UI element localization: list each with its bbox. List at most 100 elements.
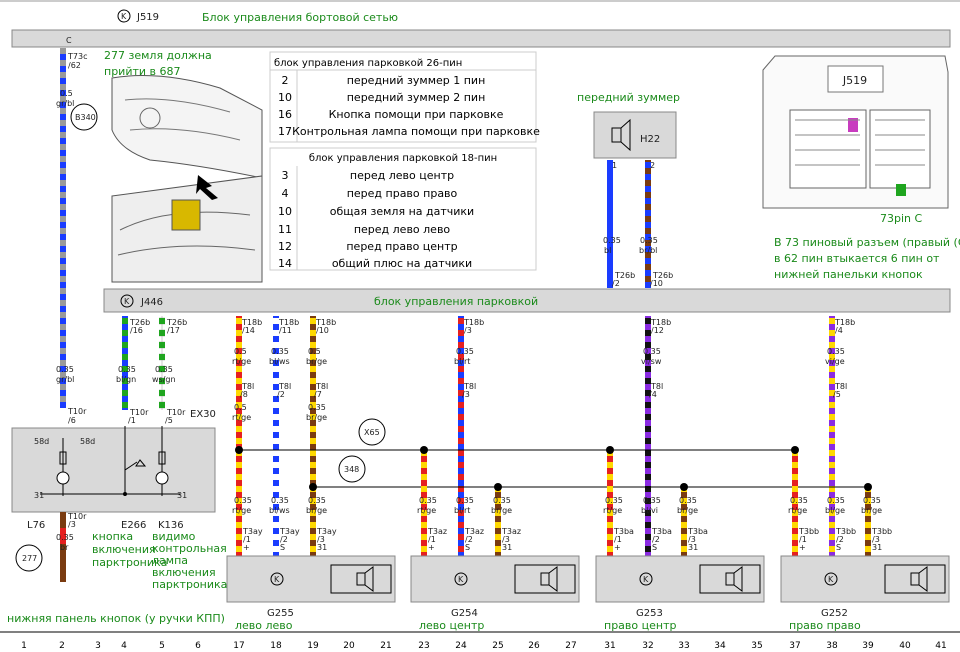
pin-label: /3	[464, 326, 472, 335]
wire-size: 0.5	[308, 347, 321, 356]
wire-color: rt/ge	[232, 506, 251, 515]
wire-color: ws/gn	[152, 375, 176, 384]
table-cell-pin: 11	[278, 223, 292, 236]
signal-label: +	[799, 543, 806, 552]
conn-t73c: T73c	[67, 52, 87, 61]
wire-color: br/ge	[491, 506, 512, 515]
sensor-k: K	[274, 575, 280, 584]
pin-31: 31	[177, 491, 187, 500]
ruler-number: 3	[95, 641, 101, 651]
sensor-code: G255	[267, 608, 294, 619]
wire-color: br	[60, 543, 69, 552]
pin-label: /14	[242, 326, 255, 335]
wire-color: br/ge	[861, 506, 882, 515]
wire-size: 0.35	[419, 496, 437, 505]
connector-note: в 62 пин втыкается 6 пин от	[774, 252, 940, 265]
wire-color: br/ge	[677, 506, 698, 515]
wire-color: gr/bl	[56, 99, 74, 108]
table-cell-pin: 12	[278, 240, 292, 253]
ground-note: 277 земля должна	[104, 49, 212, 62]
pin-label: /10	[316, 326, 329, 335]
wire-size: 0.35	[456, 496, 474, 505]
sensor-code: G254	[451, 608, 478, 619]
buzzer-code: H22	[640, 134, 660, 145]
wire-color: bl/rt	[454, 506, 470, 515]
wire-size: 0.35	[271, 347, 289, 356]
connector-note: В 73 пиновый разъем (правый (С)	[774, 236, 960, 249]
signal-label: S	[836, 543, 841, 552]
table-cell-pin: 2	[282, 74, 289, 87]
wire-size: 0.5	[60, 89, 73, 98]
table-18pin: блок управления парковкой 18-пин 3 перед…	[269, 147, 537, 271]
table-cell-desc: общий плюс на датчики	[332, 257, 472, 270]
button-label-1: кнопка	[92, 530, 133, 543]
ruler-number: 31	[604, 641, 615, 651]
signal-label: 31	[872, 543, 882, 552]
pin73-label: 73pin C	[880, 212, 923, 225]
wire-size: 0.35	[679, 496, 697, 505]
ruler-number: 23	[418, 641, 429, 651]
ruler-number: 41	[935, 641, 946, 651]
arrow-up-icon	[896, 184, 906, 196]
buzzer-h22	[593, 111, 677, 159]
sensor-box	[780, 555, 950, 603]
ruler-number: 32	[642, 641, 653, 651]
wire-size: 0.5	[234, 403, 247, 412]
wire-color: bl/ws	[269, 357, 290, 366]
pin-3: /3	[68, 520, 76, 529]
wire-color: gr/bl	[56, 375, 74, 384]
pin-58d: 58d	[34, 437, 49, 446]
wire-size: 0.35	[493, 496, 511, 505]
signal-label: +	[614, 543, 621, 552]
wire-size: 0.35	[603, 236, 621, 245]
ruler-number: 27	[565, 641, 576, 651]
wire-color: rt/ge	[788, 506, 807, 515]
pin-62: /62	[68, 61, 81, 70]
table-cell-pin: 10	[278, 91, 292, 104]
wire-size: 0.35	[308, 403, 326, 412]
j519-pin-c: C	[66, 36, 72, 45]
ruler-number: 33	[678, 641, 689, 651]
splice-348-label: 348	[344, 465, 359, 474]
table-cell-desc: передний зуммер 1 пин	[347, 74, 486, 87]
ruler-number: 37	[789, 641, 800, 651]
table-18-title: блок управления парковкой 18-пин	[309, 153, 497, 164]
ruler-number: 39	[862, 641, 874, 651]
table-cell-desc: перед право центр	[346, 240, 457, 253]
ex30-label: EX30	[190, 409, 216, 420]
wire-size: 0.35	[863, 496, 881, 505]
ruler-number: 35	[751, 641, 762, 651]
panel-note: нижняя панель кнопок (у ручки КПП)	[7, 612, 225, 625]
wire-ws-gn	[159, 316, 165, 410]
table-cell-pin: 16	[278, 108, 292, 121]
wire-color: rt/ge	[603, 506, 622, 515]
wire-size: 0.35	[790, 496, 808, 505]
pin-label: /8	[240, 390, 248, 399]
wire-color: rt/ge	[232, 413, 251, 422]
j446-title: блок управления парковкой	[374, 295, 538, 308]
wire-color: bl/ws	[269, 506, 290, 515]
table-cell-desc: передний зуммер 2 пин	[347, 91, 486, 104]
ruler-number: 21	[380, 641, 391, 651]
j519-box-label: J519	[842, 74, 867, 87]
signal-label: +	[428, 543, 435, 552]
pin-5: /5	[165, 416, 173, 425]
table-cell-pin: 17	[278, 125, 292, 138]
junction-dot	[309, 483, 317, 491]
signal-label: 31	[688, 543, 698, 552]
splice-b340-label: B340	[75, 113, 96, 122]
sensor-k: K	[643, 575, 649, 584]
j519-k: K	[121, 12, 127, 21]
pin-label: /7	[314, 390, 322, 399]
table-cell-desc: перед лево лево	[354, 223, 451, 236]
lamp-icon	[56, 471, 70, 485]
connector-note: нижней панельки кнопок	[774, 268, 923, 281]
wire-color: vi/sw	[641, 357, 662, 366]
sensor-boxes: KG255лево лево0.35rt/geT3ay/1+0.35bl/wsT…	[226, 496, 950, 632]
ruler-number: 6	[195, 641, 201, 651]
wire-size: 0.35	[118, 365, 136, 374]
sensor-k: K	[828, 575, 834, 584]
table-cell-pin: 10	[278, 205, 292, 218]
j519-code: J519	[136, 12, 159, 23]
wiring-diagram: K J519 Блок управления бортовой сетью C …	[0, 0, 960, 652]
